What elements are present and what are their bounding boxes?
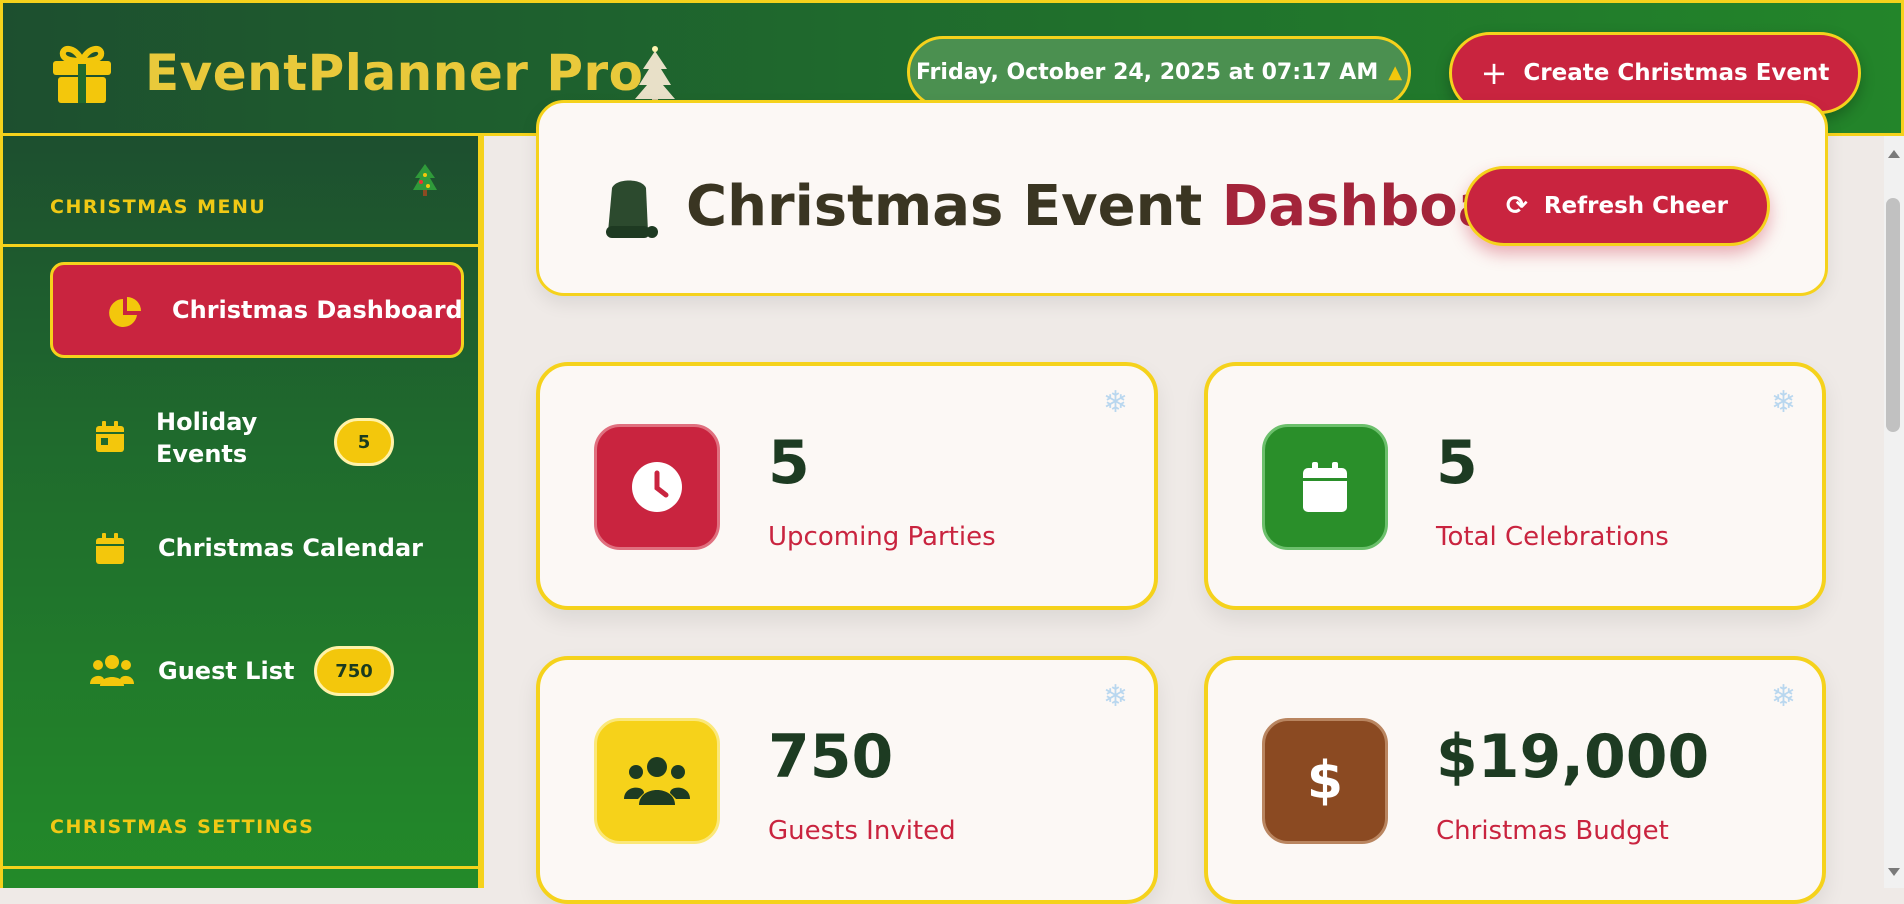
stat-label: Guests Invited xyxy=(768,816,956,846)
pie-chart-icon xyxy=(109,297,141,327)
brand-name: EventPlanner Pro xyxy=(145,44,644,102)
refresh-cheer-button[interactable]: ⟳ Refresh Cheer xyxy=(1464,166,1770,246)
stat-card-christmas-budget: ❄ $ $19,000 Christmas Budget xyxy=(1204,656,1826,904)
holiday-events-count-badge: 5 xyxy=(334,418,394,466)
sidebar-item-label: Holiday Events xyxy=(156,408,258,468)
sidebar: CHRISTMAS MENU Christmas Dashboard Holid… xyxy=(0,136,484,888)
sidebar-item-label: Christmas Calendar xyxy=(158,534,423,562)
divider xyxy=(3,866,478,869)
divider xyxy=(3,244,478,247)
scrollbar-thumb[interactable] xyxy=(1886,198,1900,432)
sidebar-item-christmas-calendar[interactable]: Christmas Calendar xyxy=(50,518,464,582)
page-title: Christmas Event Dashboard xyxy=(686,174,1564,239)
sidebar-item-guest-list[interactable]: Guest List 750 xyxy=(50,636,464,706)
tree-ornament-icon xyxy=(413,164,437,196)
sidebar-item-label: Christmas Dashboard xyxy=(172,296,463,324)
stat-icon-box xyxy=(1262,424,1388,550)
stat-icon-box: $ xyxy=(1262,718,1388,844)
snowflake-icon: ❄ xyxy=(1770,385,1796,420)
gift-icon xyxy=(53,46,111,103)
stat-card-total-celebrations: ❄ 5 Total Celebrations xyxy=(1204,362,1826,610)
menu-section-title: CHRISTMAS MENU xyxy=(50,196,267,218)
stat-label: Christmas Budget xyxy=(1436,816,1669,846)
stat-value: 5 xyxy=(768,428,810,498)
users-icon xyxy=(90,655,134,686)
calendar-icon xyxy=(96,533,124,564)
santa-hat-icon xyxy=(606,180,658,238)
stat-value: 750 xyxy=(768,722,894,792)
sidebar-item-label: Guest List xyxy=(158,657,295,685)
stat-card-upcoming-parties: ❄ 5 Upcoming Parties xyxy=(536,362,1158,610)
stat-icon-box xyxy=(594,424,720,550)
dollar-icon: $ xyxy=(1306,751,1344,811)
christmas-tree-icon xyxy=(635,46,675,105)
stat-label: Upcoming Parties xyxy=(768,522,996,552)
stat-card-guests-invited: ❄ 750 Guests Invited xyxy=(536,656,1158,904)
snowflake-icon: ❄ xyxy=(1770,679,1796,714)
plus-icon: + xyxy=(1480,54,1508,92)
snowflake-icon: ❄ xyxy=(1102,385,1128,420)
stat-value: 5 xyxy=(1436,428,1478,498)
scroll-up-arrow-icon[interactable] xyxy=(1888,150,1900,158)
small-tree-icon: ▲ xyxy=(1388,61,1403,83)
guest-count-badge: 750 xyxy=(314,646,394,696)
datetime-display: Friday, October 24, 2025 at 07:17 AM ▲ xyxy=(907,36,1411,108)
sidebar-item-holiday-events[interactable]: Holiday Events 5 xyxy=(50,394,464,484)
stat-value: $19,000 xyxy=(1436,722,1710,792)
stat-icon-box xyxy=(594,718,720,844)
snowflake-icon: ❄ xyxy=(1102,679,1128,714)
stat-label: Total Celebrations xyxy=(1436,522,1669,552)
users-icon xyxy=(624,757,690,805)
sidebar-item-dashboard[interactable]: Christmas Dashboard xyxy=(50,262,464,358)
scroll-down-arrow-icon[interactable] xyxy=(1888,868,1900,876)
settings-section-title: CHRISTMAS SETTINGS xyxy=(50,816,315,838)
calendar-icon xyxy=(1303,462,1347,512)
refresh-icon: ⟳ xyxy=(1506,191,1528,221)
calendar-day-icon xyxy=(96,421,124,452)
clock-icon xyxy=(632,462,682,512)
